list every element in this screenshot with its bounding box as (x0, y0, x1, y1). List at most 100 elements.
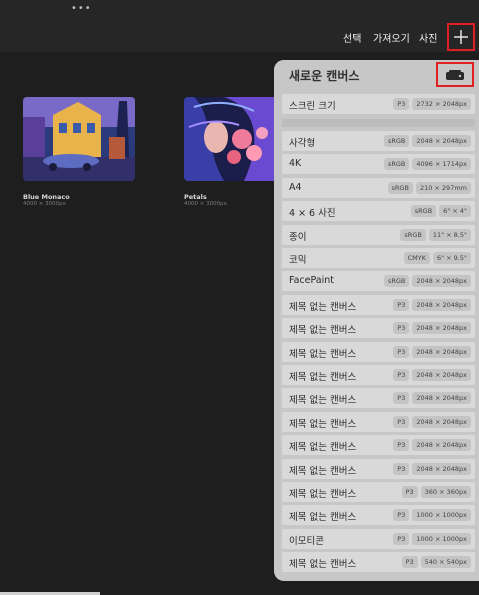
dimensions-badge: 360 × 360px (420, 486, 471, 498)
canvas-preset-row[interactable]: 스크린 크기 P3 2732 × 2048px (282, 94, 475, 114)
photo-button[interactable]: 사진 (419, 30, 437, 45)
artwork-thumbnail-petals[interactable] (184, 97, 274, 181)
artwork-thumbnail-blue-monaco[interactable] (23, 97, 135, 181)
color-profile-badge: P3 (393, 322, 410, 335)
canvas-preset-row[interactable]: 4 × 6 사진 sRGB 6" × 4" (282, 201, 475, 222)
artwork-size: 4000 × 3000px (23, 201, 66, 207)
plus-icon (454, 30, 468, 44)
dimensions-badge: 2048 × 2048px (412, 462, 471, 475)
import-button[interactable]: 가져오기 (373, 30, 410, 45)
canvas-preset-row[interactable]: 제목 없는 캔버스 P3 2048 × 2048px (282, 318, 475, 339)
canvas-preset-row[interactable]: 제목 없는 캔버스 P3 2048 × 2048px (282, 411, 475, 432)
color-profile-badge: P3 (393, 345, 410, 358)
dimensions-badge: 6" × 9.5" (432, 252, 471, 264)
select-button[interactable]: 선택 (343, 30, 361, 45)
preset-label: 종이 (289, 231, 307, 243)
dimensions-badge: 4096 × 1714px (412, 158, 471, 171)
canvas-preset-row[interactable]: 제목 없는 캔버스 P3 2048 × 2048px (282, 458, 475, 479)
dimensions-badge: 540 × 540px (420, 556, 471, 569)
preset-label: 제목 없는 캔버스 (289, 395, 357, 407)
dimensions-badge: 2732 × 2048px (412, 98, 471, 110)
preset-label: 제목 없는 캔버스 (289, 559, 357, 571)
artwork-size: 4000 × 3000px (184, 201, 227, 207)
preset-label: 스크린 크기 (289, 101, 336, 112)
color-profile-badge: P3 (393, 369, 410, 381)
canvas-preset-row[interactable]: 사각형 sRGB 2048 × 2048px (282, 131, 475, 151)
new-canvas-button[interactable] (447, 23, 475, 51)
dimensions-badge: 2048 × 2048px (412, 275, 471, 288)
canvas-preset-row[interactable]: 제목 없는 캔버스 P3 2048 × 2048px (282, 365, 475, 385)
preset-label: 제목 없는 캔버스 (289, 489, 357, 500)
preset-label: A4 (289, 181, 302, 193)
preset-label: 제목 없는 캔버스 (289, 301, 357, 313)
blue-monaco-artwork-image (23, 97, 135, 181)
preset-label: 코믹 (289, 255, 307, 266)
canvas-preset-row[interactable]: 제목 없는 캔버스 P3 540 × 540px (282, 552, 475, 573)
artwork-title: Petals (184, 193, 207, 201)
dimensions-badge: 6" × 4" (439, 205, 471, 218)
color-profile-badge: sRGB (387, 181, 413, 194)
section-divider (282, 119, 475, 127)
preset-label: 4 × 6 사진 (289, 208, 336, 220)
dimensions-badge: 2048 × 2048px (412, 135, 471, 147)
color-profile-badge: P3 (393, 298, 410, 311)
dimensions-badge: 1000 × 1000px (412, 509, 471, 522)
dimensions-badge: 2048 × 2048px (412, 369, 471, 381)
color-profile-badge: P3 (401, 556, 418, 569)
color-profile-badge: P3 (393, 439, 410, 452)
dimensions-badge: 210 × 297mm (415, 181, 471, 194)
dimensions-badge: 2048 × 2048px (412, 345, 471, 358)
color-profile-badge: P3 (393, 392, 410, 405)
canvas-preset-row[interactable]: 제목 없는 캔버스 P3 2048 × 2048px (282, 435, 475, 456)
dimensions-badge: 2048 × 2048px (412, 322, 471, 335)
canvas-preset-row[interactable]: FacePaint sRGB 2048 × 2048px (282, 271, 475, 292)
panel-header: 새로운 캔버스 (274, 60, 479, 88)
new-canvas-panel: 새로운 캔버스 스크린 크기 P3 2732 × 2048px 사각형 sRGB 2… (274, 60, 479, 581)
panel-title: 새로운 캔버스 (289, 69, 360, 83)
canvas-preset-row[interactable]: A4 sRGB 210 × 297mm (282, 177, 475, 198)
canvas-preset-row[interactable]: 종이 sRGB 11" × 8.5" (282, 224, 475, 245)
more-dots[interactable]: ••• (71, 3, 92, 14)
dimensions-badge: 2048 × 2048px (412, 392, 471, 405)
canvas-preset-row[interactable]: 코믹 CMYK 6" × 9.5" (282, 248, 475, 268)
preset-label: 사각형 (289, 138, 316, 149)
dimensions-badge: 2048 × 2048px (412, 439, 471, 452)
color-profile-badge: P3 (393, 415, 410, 428)
dimensions-badge: 2048 × 2048px (412, 298, 471, 311)
dimensions-badge: 11" × 8.5" (428, 228, 471, 241)
artwork-title: Blue Monaco (23, 193, 70, 201)
color-profile-badge: sRGB (383, 275, 410, 288)
preset-label: 제목 없는 캔버스 (289, 418, 357, 430)
dimensions-badge: 1000 × 1000px (412, 532, 471, 545)
canvas-preset-row[interactable]: 4K sRGB 4096 × 1714px (282, 154, 475, 175)
preset-label: FacePaint (289, 275, 334, 287)
color-profile-badge: sRGB (383, 158, 410, 171)
preset-label: 제목 없는 캔버스 (289, 372, 357, 383)
canvas-preset-row[interactable]: 제목 없는 캔버스 P3 1000 × 1000px (282, 505, 475, 526)
canvas-preset-row[interactable]: 제목 없는 캔버스 P3 2048 × 2048px (282, 294, 475, 315)
canvas-preset-row[interactable]: 제목 없는 캔버스 P3 2048 × 2048px (282, 341, 475, 362)
new-canvas-folder-icon (446, 69, 464, 80)
preset-label: 제목 없는 캔버스 (289, 512, 357, 524)
color-profile-badge: P3 (393, 509, 410, 522)
preset-label: 제목 없는 캔버스 (289, 348, 357, 360)
preset-label: 제목 없는 캔버스 (289, 442, 357, 454)
canvas-preset-row[interactable]: 제목 없는 캔버스 P3 2048 × 2048px (282, 388, 475, 409)
top-bar: ••• 선택 가져오기 사진 (0, 0, 479, 52)
color-profile-badge: P3 (393, 462, 410, 475)
color-profile-badge: CMYK (403, 252, 430, 264)
preset-label: 제목 없는 캔버스 (289, 325, 357, 337)
canvas-preset-row[interactable]: 이모티콘 P3 1000 × 1000px (282, 528, 475, 549)
canvas-preset-row[interactable]: 제목 없는 캔버스 P3 360 × 360px (282, 482, 475, 502)
color-profile-badge: sRGB (383, 135, 410, 147)
color-profile-badge: P3 (393, 532, 410, 545)
preset-label: 이모티콘 (289, 535, 324, 547)
color-profile-badge: sRGB (400, 228, 426, 241)
new-canvas-folder-button[interactable] (436, 62, 474, 87)
color-profile-badge: P3 (401, 486, 418, 498)
preset-label: 4K (289, 158, 302, 170)
preset-label: 제목 없는 캔버스 (289, 465, 357, 477)
color-profile-badge: sRGB (410, 205, 437, 218)
color-profile-badge: P3 (393, 98, 410, 110)
petals-artwork-image (184, 97, 274, 181)
